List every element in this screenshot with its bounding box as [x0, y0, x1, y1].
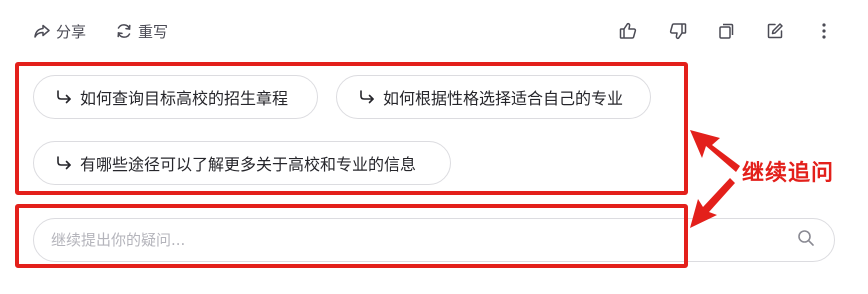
search-button[interactable] [794, 228, 818, 252]
suggestion-label: 有哪些途径可以了解更多关于高校和专业的信息 [80, 155, 417, 174]
follow-up-panel: 分享 重写 如何查询目标高校的招生章程 如何根据性格选择适合自己的专业 有哪些途… [0, 0, 868, 294]
thumbs-down-icon [668, 21, 688, 41]
more-vertical-icon [814, 21, 834, 41]
share-label: 分享 [56, 22, 87, 41]
follow-up-input-box [33, 218, 835, 262]
copy-icon [716, 21, 736, 41]
reply-arrow-icon [54, 87, 74, 107]
suggestion-chip[interactable]: 如何查询目标高校的招生章程 [33, 75, 318, 119]
suggestion-chip[interactable]: 有哪些途径可以了解更多关于高校和专业的信息 [33, 141, 451, 185]
refresh-icon [115, 22, 133, 40]
rewrite-label: 重写 [138, 22, 169, 41]
suggestion-label: 如何根据性格选择适合自己的专业 [383, 89, 624, 108]
annotation-arrow-up [690, 130, 740, 172]
thumbs-up-icon [618, 21, 638, 41]
share-button[interactable]: 分享 [33, 18, 86, 44]
more-button[interactable] [812, 19, 836, 43]
follow-up-input[interactable] [34, 230, 794, 250]
edit-icon [765, 21, 785, 41]
edit-button[interactable] [763, 19, 787, 43]
annotation-label: 继续追问 [742, 161, 835, 186]
reply-arrow-icon [357, 87, 377, 107]
search-icon [796, 228, 816, 252]
message-action-bar: 分享 重写 [0, 0, 868, 62]
like-button[interactable] [616, 19, 640, 43]
share-icon [33, 22, 51, 40]
copy-button[interactable] [714, 19, 738, 43]
rewrite-button[interactable]: 重写 [115, 18, 168, 44]
suggestion-label: 如何查询目标高校的招生章程 [80, 89, 289, 108]
dislike-button[interactable] [666, 19, 690, 43]
reply-arrow-icon [54, 153, 74, 173]
suggestion-chip[interactable]: 如何根据性格选择适合自己的专业 [336, 75, 651, 119]
